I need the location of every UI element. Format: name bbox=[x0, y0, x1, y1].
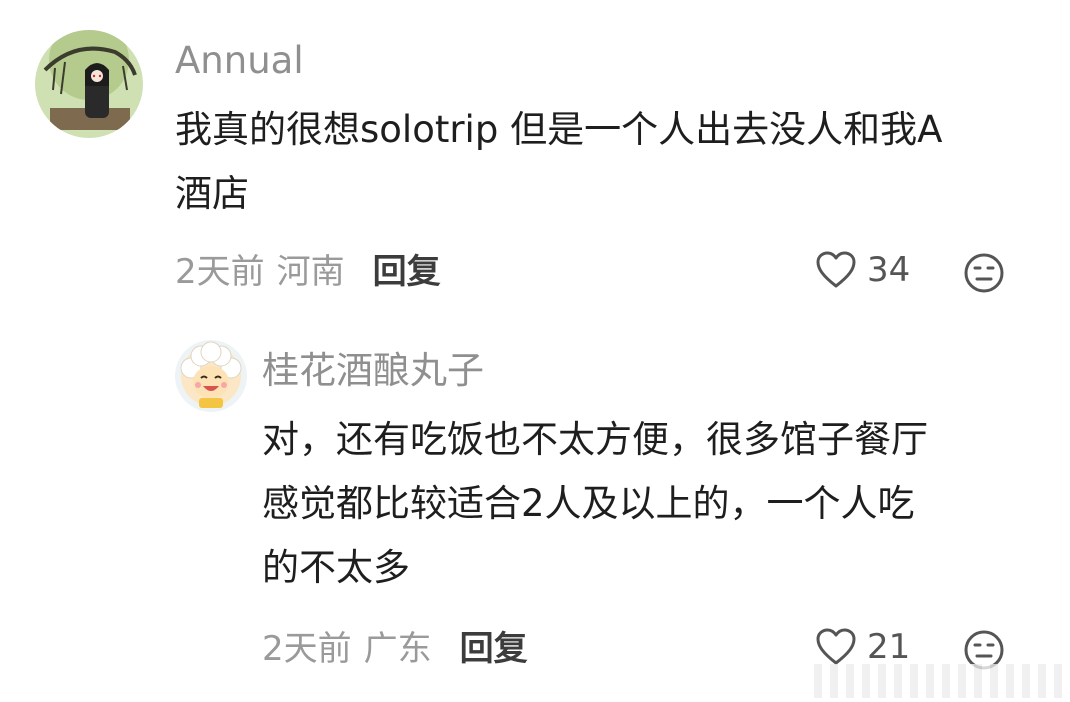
comment-text-line: 感觉都比较适合2人及以上的，一个人吃 bbox=[262, 482, 915, 525]
like-count: 21 bbox=[867, 627, 911, 667]
comment-text-line: 对，还有吃饭也不太方便，很多馆子餐厅 bbox=[262, 418, 928, 461]
reply-button[interactable]: 回复 bbox=[373, 252, 441, 292]
comment-text: 对，还有吃饭也不太方便，很多馆子餐厅 感觉都比较适合2人及以上的，一个人吃 的不… bbox=[262, 408, 1042, 600]
username[interactable]: 桂花酒酿丸子 bbox=[262, 352, 484, 389]
comment-time: 2天前 bbox=[262, 629, 352, 669]
username[interactable]: Annual bbox=[175, 42, 304, 79]
comment-region: 广东 bbox=[363, 629, 432, 669]
dislike-button[interactable] bbox=[963, 252, 1005, 298]
like-count: 34 bbox=[867, 250, 911, 290]
comment-text-line: 酒店 bbox=[175, 172, 249, 215]
like-button[interactable]: 34 bbox=[815, 250, 910, 290]
reply-button[interactable]: 回复 bbox=[460, 629, 528, 669]
heart-outline-icon bbox=[816, 251, 856, 288]
avatar[interactable] bbox=[175, 340, 247, 412]
comment-meta: 2天前 广东 回复 bbox=[262, 632, 528, 666]
avatar[interactable] bbox=[35, 30, 143, 138]
comment-region: 河南 bbox=[276, 252, 345, 292]
comment-text-line: 我真的很想solotrip 但是一个人出去没人和我A bbox=[175, 108, 943, 151]
comment-text-line: 的不太多 bbox=[262, 546, 410, 589]
heart-outline-icon bbox=[816, 628, 856, 665]
comment-time: 2天前 bbox=[175, 252, 265, 292]
avatar-image bbox=[175, 340, 247, 412]
comment-text: 我真的很想solotrip 但是一个人出去没人和我A 酒店 bbox=[175, 98, 1035, 226]
meh-face-icon bbox=[964, 253, 1004, 293]
avatar-image bbox=[35, 30, 143, 138]
watermark-overlay bbox=[814, 664, 1064, 698]
comment-meta: 2天前 河南 回复 bbox=[175, 255, 441, 289]
like-button[interactable]: 21 bbox=[815, 627, 910, 667]
